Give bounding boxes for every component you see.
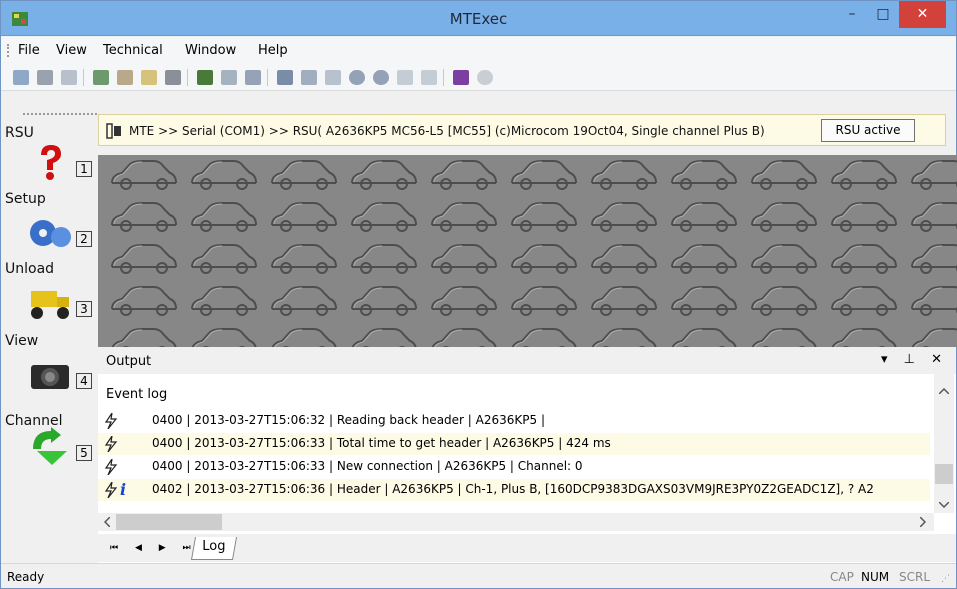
log-text: 0400 | 2013-03-27T15:06:33 | Total time … (152, 436, 611, 450)
tree-icon[interactable] (93, 70, 109, 85)
horizontal-scrollbar[interactable] (98, 513, 934, 531)
menu-file[interactable]: File (18, 43, 40, 58)
help-icon[interactable] (477, 70, 493, 85)
print-preview-icon[interactable] (61, 70, 77, 85)
lightning-icon (104, 482, 118, 498)
scrl-indicator: SCRL (899, 570, 931, 584)
book-icon[interactable] (453, 70, 469, 85)
resize-icon[interactable] (325, 70, 341, 85)
info-icon: i (120, 480, 127, 499)
vertical-scrollbar[interactable] (934, 374, 954, 513)
print-icon[interactable] (37, 70, 53, 85)
notes-icon[interactable] (197, 70, 213, 85)
sidebar-item-setup[interactable]: Setup 2 (1, 191, 99, 261)
tab-navigation[interactable]: ⏮ ◀ ▶ ⏭ (110, 543, 198, 553)
output-panel-controls[interactable]: ▾ ⊥ ✕ (881, 352, 948, 367)
sidebar-item-label: RSU (5, 125, 34, 141)
horizontal-scroll-thumb[interactable] (116, 514, 222, 530)
menu-help[interactable]: Help (258, 43, 288, 58)
status-text: Ready (7, 570, 45, 584)
sidebar-item-number: 4 (76, 373, 92, 389)
sidebar-item-number: 3 (76, 301, 92, 317)
title-bar[interactable]: MTExec – □ ✕ (1, 1, 956, 36)
menu-technical[interactable]: Technical (103, 43, 163, 58)
scroll-up-icon[interactable] (939, 388, 949, 394)
gears-icon (30, 220, 71, 247)
green-arrow-icon (33, 427, 67, 465)
tab-strip: ⏮ ◀ ▶ ⏭ Log (98, 534, 956, 562)
log-title: Event log (106, 387, 168, 402)
sidebar-item-view[interactable]: View 4 (1, 333, 99, 403)
minimize-button[interactable]: – (837, 1, 867, 28)
lightning-icon (104, 459, 118, 475)
log-text: 0400 | 2013-03-27T15:06:32 | Reading bac… (152, 413, 545, 427)
log-row[interactable]: 0400 | 2013-03-27T15:06:33 | New connect… (98, 456, 930, 478)
num-indicator: NUM (861, 570, 890, 584)
lightning-icon (104, 413, 118, 429)
vertical-scroll-thumb[interactable] (935, 464, 953, 484)
lookup-icon[interactable] (277, 70, 293, 85)
log-row[interactable]: 0400 | 2013-03-27T15:06:33 | Total time … (98, 433, 930, 455)
sidebar-item-number: 2 (76, 231, 92, 247)
lightning-icon (104, 436, 118, 452)
tab-log[interactable]: Log (190, 537, 238, 560)
status-bar: Ready CAP NUM SCRL ⋰ (1, 563, 956, 588)
sidebar-item-number: 1 (76, 161, 92, 177)
menu-window[interactable]: Window (185, 43, 236, 58)
menu-view[interactable]: View (56, 43, 87, 58)
camera-icon (31, 365, 69, 389)
scroll-down-icon[interactable] (939, 502, 949, 508)
maximize-button[interactable]: □ (868, 1, 898, 28)
cloud-icon[interactable] (245, 70, 261, 85)
window-title: MTExec (449, 10, 508, 28)
car-pattern-icon (98, 155, 957, 347)
main-window: MTExec – □ ✕ File View Technical Window … (0, 0, 957, 589)
refresh-icon[interactable] (421, 70, 437, 85)
menu-grip (7, 44, 10, 57)
tab-label: Log (202, 539, 226, 554)
resize-grip-icon[interactable]: ⋰ (941, 574, 950, 584)
log-text: 0402 | 2013-03-27T15:06:36 | Header | A2… (152, 482, 874, 496)
connection-bar: MTE >> Serial (COM1) >> RSU( A2636KP5 MC… (98, 114, 946, 146)
scroll-right-icon[interactable] (920, 517, 926, 527)
sidebar-item-rsu[interactable]: RSU 1 (1, 121, 99, 191)
sidebar-item-label: Unload (5, 261, 55, 277)
log-text: 0400 | 2013-03-27T15:06:33 | New connect… (152, 459, 583, 473)
forward-icon[interactable] (373, 70, 389, 85)
sidebar: RSU 1 Setup 2 Unload 3 View 4 Channel 5 (1, 105, 99, 485)
rsu-active-button[interactable]: RSU active (821, 119, 915, 142)
save-icon[interactable] (13, 70, 29, 85)
output-header: Output ▾ ⊥ ✕ (98, 347, 956, 374)
output-panel: Output ▾ ⊥ ✕ Event log 0400 | 2013-03-27… (98, 347, 956, 563)
close-button[interactable]: ✕ (899, 1, 946, 28)
serial-plug-icon (106, 123, 121, 139)
sidebar-item-unload[interactable]: Unload 3 (1, 261, 99, 331)
disk-icon[interactable] (165, 70, 181, 85)
log-row[interactable]: i 0402 | 2013-03-27T15:06:36 | Header | … (98, 479, 930, 501)
stop-icon[interactable] (397, 70, 413, 85)
question-icon (41, 145, 61, 180)
open-folder-icon[interactable] (141, 70, 157, 85)
toolbar (1, 63, 956, 91)
sidebar-item-number: 5 (76, 445, 92, 461)
share-icon[interactable] (221, 70, 237, 85)
scroll-left-icon[interactable] (104, 517, 110, 527)
menu-bar: File View Technical Window Help (1, 37, 956, 63)
background-pattern (98, 155, 957, 347)
connection-path: MTE >> Serial (COM1) >> RSU( A2636KP5 MC… (129, 124, 765, 138)
sidebar-item-label: Setup (5, 191, 46, 207)
edit-icon[interactable] (117, 70, 133, 85)
dump-truck-icon (31, 291, 69, 319)
back-icon[interactable] (349, 70, 365, 85)
output-title: Output (106, 354, 152, 369)
sidebar-item-label: View (5, 333, 39, 349)
sidebar-item-channel[interactable]: Channel 5 (1, 405, 99, 475)
zoom-icon[interactable] (301, 70, 317, 85)
cap-indicator: CAP (830, 570, 854, 584)
log-row[interactable]: 0400 | 2013-03-27T15:06:32 | Reading bac… (98, 410, 930, 432)
